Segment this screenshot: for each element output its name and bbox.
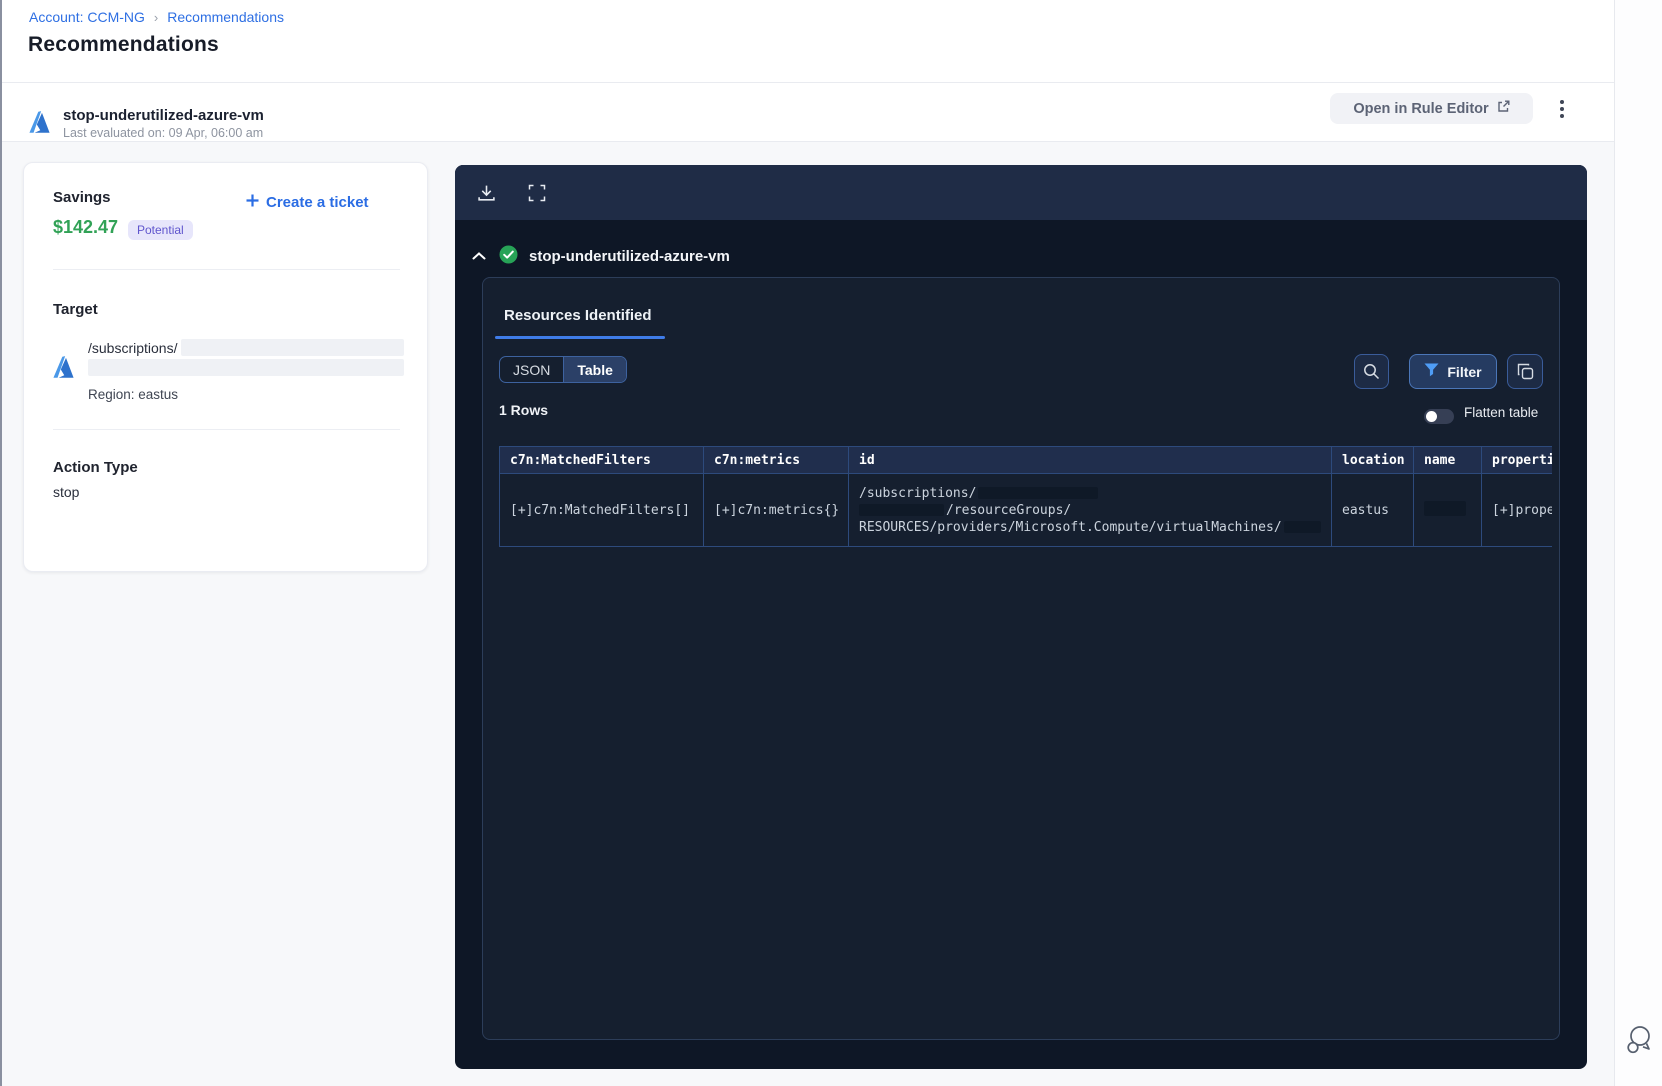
open-in-rule-editor-button[interactable]: Open in Rule Editor xyxy=(1330,93,1533,124)
redacted-name-value xyxy=(1424,500,1466,516)
cell-name xyxy=(1413,473,1482,547)
filter-label: Filter xyxy=(1447,363,1482,380)
col-header-location: location xyxy=(1331,446,1414,474)
filter-button[interactable]: Filter xyxy=(1409,354,1497,389)
results-toolbar xyxy=(455,165,1587,220)
flatten-table-toggle[interactable] xyxy=(1424,409,1454,424)
breadcrumb-recommendations-link[interactable]: Recommendations xyxy=(167,9,284,25)
copy-button[interactable] xyxy=(1507,354,1543,389)
plus-icon xyxy=(246,194,259,211)
results-panel: stop-underutilized-azure-vm Resources Id… xyxy=(455,165,1587,1069)
create-ticket-label: Create a ticket xyxy=(266,194,369,211)
savings-potential-badge: Potential xyxy=(128,220,193,240)
success-check-icon xyxy=(499,245,518,269)
help-chat-launcher-icon[interactable] xyxy=(1624,1024,1654,1056)
fullscreen-button[interactable] xyxy=(526,182,548,204)
col-header-matched-filters: c7n:MatchedFilters xyxy=(499,446,704,474)
external-link-icon xyxy=(1497,100,1510,117)
view-json-option[interactable]: JSON xyxy=(500,357,563,382)
right-gutter xyxy=(1614,0,1662,1086)
savings-label: Savings xyxy=(53,189,111,206)
view-table-option[interactable]: Table xyxy=(563,357,626,382)
table-row: [+]c7n:MatchedFilters[] [+]c7n:metrics{}… xyxy=(499,473,1552,547)
azure-target-icon xyxy=(53,356,79,383)
target-label: Target xyxy=(53,301,98,318)
rule-last-evaluated: Last evaluated on: 09 Apr, 06:00 am xyxy=(63,126,264,140)
search-button[interactable] xyxy=(1354,354,1389,389)
page-title: Recommendations xyxy=(28,33,219,56)
header-divider xyxy=(2,82,1614,83)
cell-resource-id: /subscriptions/ /resourceGroups/ RESOURC… xyxy=(848,473,1332,547)
col-header-id: id xyxy=(848,446,1332,474)
redacted-id-segment xyxy=(1283,521,1321,533)
resource-id-line-2: /resourceGroups/ xyxy=(946,502,1072,518)
active-tab-underline xyxy=(495,336,665,339)
card-divider xyxy=(53,269,400,270)
azure-logo-icon xyxy=(29,111,55,138)
resource-id-line-3: RESOURCES/providers/Microsoft.Compute/vi… xyxy=(859,519,1282,535)
redacted-id-segment xyxy=(859,504,944,516)
target-region: Region: eastus xyxy=(88,387,179,402)
breadcrumb: Account: CCM-NG › Recommendations xyxy=(29,9,284,25)
toggle-knob xyxy=(1426,411,1437,422)
target-path: /subscriptions/ xyxy=(88,339,178,356)
resources-table: c7n:MatchedFilters c7n:metrics id locati… xyxy=(499,446,1552,547)
redacted-subscription-id xyxy=(181,339,404,356)
card-divider xyxy=(53,429,400,430)
resources-table-wrapper[interactable]: c7n:MatchedFilters c7n:metrics id locati… xyxy=(499,446,1552,548)
create-ticket-button[interactable]: Create a ticket xyxy=(246,194,369,211)
resource-id-line-1: /subscriptions/ xyxy=(859,485,977,501)
breadcrumb-account-link[interactable]: Account: CCM-NG xyxy=(29,9,145,25)
rule-header-divider xyxy=(2,141,1614,142)
row-count: 1 Rows xyxy=(499,402,549,418)
rule-options-menu-button[interactable] xyxy=(1551,92,1573,125)
filter-icon xyxy=(1424,363,1439,380)
resources-card: Resources Identified JSON Table Filter 1… xyxy=(482,277,1560,1040)
table-header-row: c7n:MatchedFilters c7n:metrics id locati… xyxy=(499,446,1552,474)
open-in-rule-editor-label: Open in Rule Editor xyxy=(1353,100,1489,117)
download-button[interactable] xyxy=(475,182,497,204)
cell-location: eastus xyxy=(1331,473,1414,547)
collapse-chevron-up-icon[interactable] xyxy=(470,249,488,263)
flatten-table-label: Flatten table xyxy=(1464,405,1539,420)
redacted-target-line xyxy=(88,359,404,376)
cell-properties-expander[interactable]: [+]properties{} xyxy=(1481,473,1552,547)
target-path-row: /subscriptions/ xyxy=(88,339,404,356)
cell-matched-filters-expander[interactable]: [+]c7n:MatchedFilters[] xyxy=(499,473,704,547)
col-header-name: name xyxy=(1413,446,1482,474)
view-mode-toggle: JSON Table xyxy=(499,356,627,383)
breadcrumb-separator-icon: › xyxy=(153,9,159,25)
action-type-value: stop xyxy=(53,484,80,500)
savings-amount: $142.47 xyxy=(53,217,119,237)
tab-resources-identified[interactable]: Resources Identified xyxy=(504,307,652,324)
app-root: Account: CCM-NG › Recommendations Recomm… xyxy=(0,0,1662,1086)
recommendation-summary-card: Savings Create a ticket $142.47 Potentia… xyxy=(23,162,428,572)
action-type-label: Action Type xyxy=(53,459,138,476)
panel-rule-title: stop-underutilized-azure-vm xyxy=(529,248,730,265)
redacted-id-segment xyxy=(978,487,1099,499)
rule-name: stop-underutilized-azure-vm xyxy=(63,107,264,124)
col-header-properties: properties xyxy=(1481,446,1552,474)
col-header-metrics: c7n:metrics xyxy=(703,446,849,474)
cell-metrics-expander[interactable]: [+]c7n:metrics{} xyxy=(703,473,849,547)
